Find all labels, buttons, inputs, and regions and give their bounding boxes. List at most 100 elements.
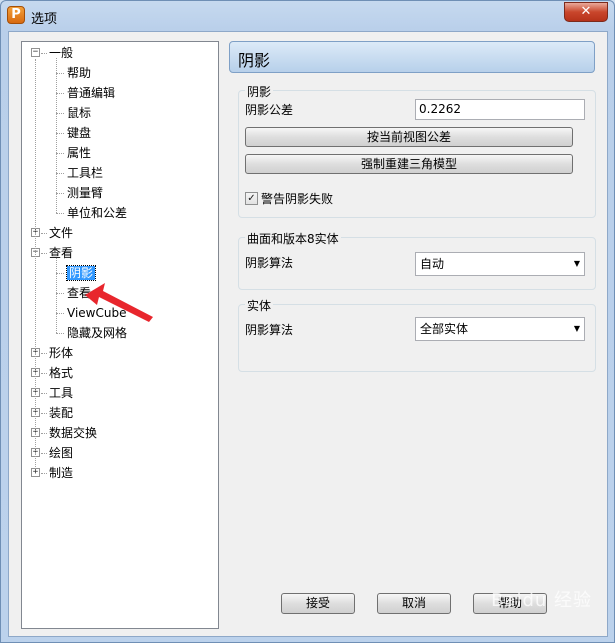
- tree-connector: [56, 173, 64, 174]
- tree-item-label: 阴影: [65, 265, 97, 281]
- match-view-tolerance-button[interactable]: 按当前视图公差: [245, 127, 573, 147]
- tree-item[interactable]: 单位和公差: [67, 203, 127, 223]
- tree-item[interactable]: 文件: [49, 223, 73, 243]
- tree-item[interactable]: 数据交换: [49, 423, 97, 443]
- tree-item[interactable]: 工具栏: [67, 163, 103, 183]
- tree-item-label: 鼠标: [67, 106, 92, 120]
- tree-connector: [56, 273, 64, 274]
- tree-connector: [41, 53, 47, 54]
- dialog-client: − 一般 帮助 普通编辑 鼠标 键盘 属性 工具栏 测量臂 单位和公差 + 文件 − 查看 阴影 查看 View…: [8, 31, 608, 637]
- surface-algorithm-label: 阴影算法: [245, 256, 294, 270]
- tree-item[interactable]: 属性: [67, 143, 91, 163]
- tree-item[interactable]: 键盘: [67, 123, 91, 143]
- tree-item[interactable]: 隐藏及网格: [67, 323, 127, 343]
- tree-item[interactable]: 一般: [49, 43, 73, 63]
- tree-connector: [41, 433, 47, 434]
- tree-item[interactable]: 测量臂: [67, 183, 103, 203]
- category-tree[interactable]: − 一般 帮助 普通编辑 鼠标 键盘 属性 工具栏 测量臂 单位和公差 + 文件 − 查看 阴影 查看 View…: [21, 41, 219, 629]
- tree-item[interactable]: 帮助: [67, 63, 91, 83]
- tree-connector: [56, 73, 64, 74]
- solid-algorithm-value: 全部实体: [420, 322, 469, 336]
- tree-connector: [56, 133, 64, 134]
- window-title: 选项: [31, 12, 58, 27]
- tree-item-label: 查看: [49, 246, 74, 260]
- tree-item[interactable]: 阴影: [65, 263, 97, 283]
- tree-connector: [56, 93, 64, 94]
- tree-item-label: 形体: [49, 346, 74, 360]
- title-bar[interactable]: P 选项 ✕: [1, 1, 614, 31]
- tree-item[interactable]: 形体: [49, 343, 73, 363]
- tree-connector: [41, 393, 47, 394]
- tree-connector: [41, 353, 47, 354]
- tree-connector: [56, 293, 64, 294]
- tree-connector: [56, 313, 64, 314]
- tree-item-label: 属性: [67, 146, 92, 160]
- options-dialog: P 选项 ✕ − 一般 帮助 普通编辑 鼠标 键盘 属性 工具栏 测量臂 单位和公差 + 文件 − 查看阴…: [0, 0, 615, 643]
- tree-item[interactable]: 制造: [49, 463, 73, 483]
- solid-algorithm-label: 阴影算法: [245, 323, 294, 337]
- section-header: 阴影: [229, 41, 595, 73]
- close-button[interactable]: ✕: [564, 2, 608, 22]
- surface-group: 曲面和版本8实体 阴影算法 自动 ▼: [238, 230, 596, 290]
- shade-group: 阴影 阴影公差 0.2262 按当前视图公差 强制重建三角模型 ✓ 警告阴影失败: [238, 83, 596, 218]
- tree-connector: [56, 153, 64, 154]
- tree-item-label: 键盘: [67, 126, 92, 140]
- surface-algorithm-select[interactable]: 自动 ▼: [415, 252, 585, 276]
- solid-group: 实体 阴影算法 全部实体 ▼: [238, 297, 596, 372]
- tree-item-label: 装配: [49, 406, 74, 420]
- tree-item-label: 绘图: [49, 446, 74, 460]
- tree-item-label: 格式: [49, 366, 74, 380]
- tree-connector: [56, 113, 64, 114]
- tree-item[interactable]: 工具: [49, 383, 73, 403]
- warn-shade-checkbox[interactable]: ✓: [245, 192, 258, 205]
- tree-item-label: 一般: [49, 46, 74, 60]
- tree-item-label: 制造: [49, 466, 74, 480]
- tree-connector: [56, 258, 57, 333]
- tree-item-label: 普通编辑: [67, 86, 116, 100]
- surface-group-title: 曲面和版本8实体: [245, 230, 341, 247]
- tree-item-label: 文件: [49, 226, 74, 240]
- tree-item[interactable]: 查看: [49, 243, 73, 263]
- tree-connector: [41, 253, 47, 254]
- tree-item[interactable]: 装配: [49, 403, 73, 423]
- expand-icon[interactable]: +: [31, 468, 40, 477]
- app-icon: P: [7, 6, 25, 24]
- tree-connector: [41, 473, 47, 474]
- chevron-down-icon: ▼: [573, 259, 580, 268]
- tree-item-label: 帮助: [67, 66, 92, 80]
- tree-item-label: 工具栏: [67, 166, 104, 180]
- tree-item-label: 单位和公差: [67, 206, 128, 220]
- annotation-arrow-icon: [85, 283, 153, 322]
- warn-shade-label: 警告阴影失败: [261, 192, 334, 206]
- section-title: 阴影: [238, 51, 271, 70]
- solid-group-title: 实体: [245, 297, 274, 314]
- tree-item[interactable]: 普通编辑: [67, 83, 115, 103]
- tree-connector: [41, 453, 47, 454]
- cancel-button[interactable]: 取消: [377, 593, 451, 614]
- tree-connector: [41, 233, 47, 234]
- tree-connector: [56, 213, 64, 214]
- collapse-icon[interactable]: −: [31, 48, 40, 57]
- tree-connector: [41, 413, 47, 414]
- surface-algorithm-value: 自动: [420, 257, 445, 271]
- tree-item[interactable]: 鼠标: [67, 103, 91, 123]
- watermark: Baidu 经验: [491, 590, 592, 611]
- tree-item[interactable]: 格式: [49, 363, 73, 383]
- tree-item-label: 隐藏及网格: [67, 326, 128, 340]
- tolerance-input[interactable]: 0.2262: [415, 99, 585, 120]
- tree-connector: [35, 59, 36, 469]
- solid-algorithm-select[interactable]: 全部实体 ▼: [415, 317, 585, 341]
- shade-group-title: 阴影: [245, 83, 274, 100]
- tolerance-label: 阴影公差: [245, 103, 294, 117]
- tree-connector: [56, 58, 57, 213]
- chevron-down-icon: ▼: [573, 324, 580, 333]
- accept-button[interactable]: 接受: [281, 593, 355, 614]
- tree-item[interactable]: 绘图: [49, 443, 73, 463]
- force-rebuild-button[interactable]: 强制重建三角模型: [245, 154, 573, 174]
- tree-connector: [41, 373, 47, 374]
- tree-connector: [56, 333, 64, 334]
- tree-connector: [56, 193, 64, 194]
- tree-item-label: 工具: [49, 386, 74, 400]
- tree-item-label: 测量臂: [67, 186, 104, 200]
- tree-item-label: 数据交换: [49, 426, 98, 440]
